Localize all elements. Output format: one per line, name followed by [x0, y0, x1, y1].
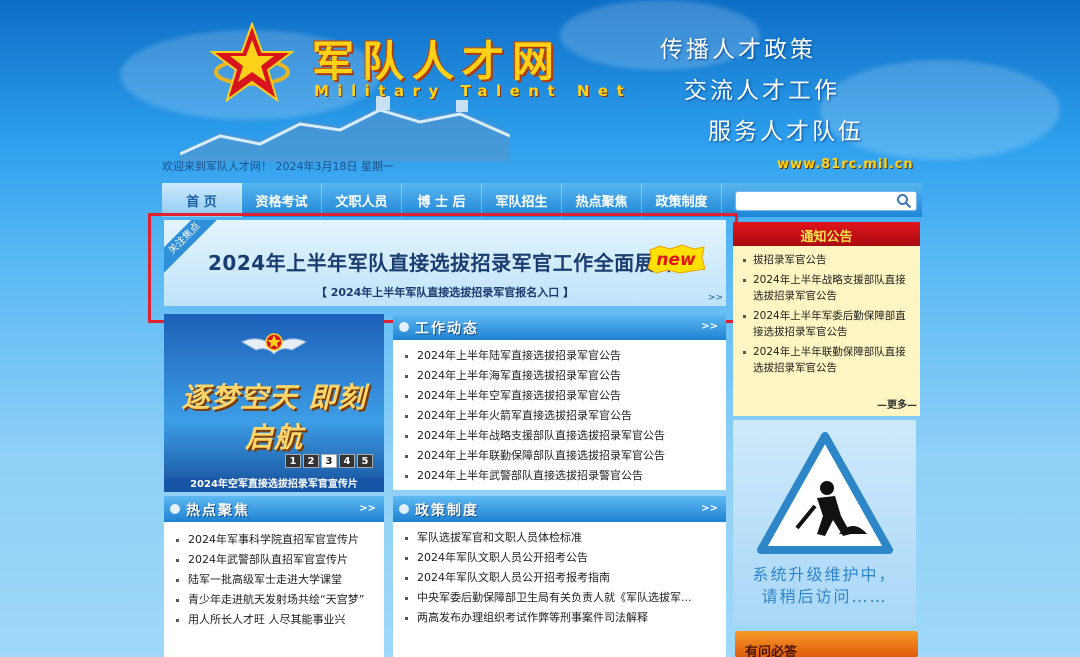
slide-page-2[interactable]: 2 — [303, 454, 319, 468]
panel-header: 热点聚焦 >> — [164, 496, 384, 522]
bullet-icon — [399, 504, 409, 514]
more-link[interactable]: >> — [701, 321, 718, 332]
list-item[interactable]: 2024年上半年联勤保障部队直接选拔招录军官公告 — [739, 344, 915, 376]
list-item[interactable]: 2024年上半年空军直接选拔招录军官公告 — [393, 386, 726, 406]
notice-panel: 通知公告 拔招录军官公告 2024年上半年战略支援部队直接选拔招录军官公告 20… — [733, 222, 920, 416]
list-item[interactable]: 2024年上半年武警部队直接选拔招录警官公告 — [393, 466, 726, 486]
hot-topics-panel: 热点聚焦 >> 2024年军事科学院直招军官宣传片 2024年武警部队直招军官宣… — [164, 496, 384, 657]
hot-topics-list: 2024年军事科学院直招军官宣传片 2024年武警部队直招军官宣传片 陆军一批高… — [164, 530, 384, 630]
list-item[interactable]: 青少年走进航天发射场共绘“天宫梦” — [164, 590, 384, 610]
list-item[interactable]: 陆军一批高级军士走进大学课堂 — [164, 570, 384, 590]
panel-header: 工作动态 >> — [393, 314, 726, 340]
list-item[interactable]: 用人所长人才旺 人尽其能事业兴 — [164, 610, 384, 630]
air-force-emblem-icon — [240, 333, 308, 355]
search-input[interactable] — [735, 191, 917, 211]
nav-military-enrollment[interactable]: 军队招生 — [482, 183, 562, 217]
policy-panel: 政策制度 >> 军队选拔军官和文职人员体检标准 2024年军队文职人员公开招考公… — [393, 496, 726, 657]
list-item[interactable]: 两高发布办理组织考试作弊等刑事案件司法解释 — [393, 608, 726, 628]
list-item[interactable]: 2024年军队文职人员公开招考公告 — [393, 548, 726, 568]
list-item[interactable]: 2024年武警部队直招军官宣传片 — [164, 550, 384, 570]
list-item[interactable]: 2024年上半年火箭军直接选拔招录军官公告 — [393, 406, 726, 426]
panel-title: 工作动态 — [415, 321, 479, 337]
faq-banner[interactable]: 有问必答 — [735, 631, 918, 657]
maintenance-message: 系统升级维护中， 请稍后访问…… — [733, 564, 916, 608]
nav-hot-topics[interactable]: 热点聚焦 — [562, 183, 642, 217]
nav-home[interactable]: 首 页 — [162, 183, 242, 217]
slogan-3: 服务人才队伍 — [708, 119, 864, 145]
maintenance-line-2: 请稍后访问…… — [761, 587, 888, 606]
maintenance-line-1: 系统升级维护中， — [752, 565, 897, 584]
highlight-box — [148, 213, 738, 323]
more-link[interactable]: >> — [701, 503, 718, 514]
slide-page-3[interactable]: 3 — [321, 454, 337, 468]
slide-page-4[interactable]: 4 — [339, 454, 355, 468]
military-star-logo — [210, 22, 294, 102]
nav-postdoc[interactable]: 博 士 后 — [402, 183, 482, 217]
list-item[interactable]: 2024年上半年战略支援部队直接选拔招录军官公告 — [393, 426, 726, 446]
faq-label: 有问必答 — [745, 645, 798, 657]
slide-pager: 1 2 3 4 5 — [285, 454, 373, 468]
maintenance-panel: 系统升级维护中， 请稍后访问…… — [733, 420, 916, 626]
bullet-icon — [399, 322, 409, 332]
under-construction-icon — [757, 432, 893, 554]
site-title: 军队人才网 — [312, 37, 563, 86]
list-item[interactable]: 2024年上半年战略支援部队直接选拔招录军官公告 — [739, 272, 915, 304]
nav-qualification-exam[interactable]: 资格考试 — [242, 183, 322, 217]
list-item[interactable]: 2024年上半年联勤保障部队直接选拔招录军官公告 — [393, 446, 726, 466]
slogan-1: 传播人才政策 — [660, 37, 816, 63]
panel-title: 政策制度 — [415, 503, 479, 519]
great-wall-illustration — [180, 96, 510, 162]
slideshow[interactable]: 逐梦空天 即刻启航 1 2 3 4 5 2024年空军直接选拔招录军官宣传片 — [164, 314, 384, 492]
list-item[interactable]: 2024年上半年海军直接选拔招录军官公告 — [393, 366, 726, 386]
notice-title: 通知公告 — [800, 230, 853, 245]
slide-slogan: 逐梦空天 即刻启航 — [181, 381, 367, 454]
nav-policy[interactable]: 政策制度 — [642, 183, 722, 217]
notice-list: 拔招录军官公告 2024年上半年战略支援部队直接选拔招录军官公告 2024年上半… — [739, 252, 915, 380]
more-link[interactable]: >> — [359, 503, 376, 514]
slide-page-1[interactable]: 1 — [285, 454, 301, 468]
work-news-panel: 工作动态 >> 2024年上半年陆军直接选拔招录军官公告 2024年上半年海军直… — [393, 314, 726, 490]
list-item[interactable]: 2024年上半年陆军直接选拔招录军官公告 — [393, 346, 726, 366]
list-item[interactable]: 中央军委后勤保障部卫生局有关负责人就《军队选拔军... — [393, 588, 726, 608]
nav-civilian-staff[interactable]: 文职人员 — [322, 183, 402, 217]
slide-page-5[interactable]: 5 — [357, 454, 373, 468]
site-subtitle: Military Talent Net — [314, 82, 633, 100]
slogan-2: 交流人才工作 — [684, 78, 840, 104]
list-item[interactable]: 2024年军队文职人员公开招考报考指南 — [393, 568, 726, 588]
policy-list: 军队选拔军官和文职人员体检标准 2024年军队文职人员公开招考公告 2024年军… — [393, 528, 726, 628]
bullet-icon — [170, 504, 180, 514]
search-icon[interactable] — [896, 193, 912, 209]
site-header: 军队人才网 Military Talent Net 传播人才政策 交流人才工作 … — [0, 0, 1080, 180]
list-item[interactable]: 2024年上半年军委后勤保障部直接选拔招录军官公告 — [739, 308, 915, 340]
notice-more-link[interactable]: —更多— — [877, 396, 917, 411]
site-url: www.81rc.mil.cn — [777, 157, 914, 172]
panel-header: 政策制度 >> — [393, 496, 726, 522]
panel-title: 热点聚焦 — [186, 503, 250, 519]
list-item[interactable]: 军队选拔军官和文职人员体检标准 — [393, 528, 726, 548]
news-list: 2024年上半年陆军直接选拔招录军官公告 2024年上半年海军直接选拔招录军官公… — [393, 346, 726, 486]
list-item[interactable]: 2024年军事科学院直招军官宣传片 — [164, 530, 384, 550]
list-item[interactable]: 拔招录军官公告 — [739, 252, 915, 268]
welcome-date-text: 欢迎来到军队人才网！ 2024年3月18日 星期一 — [162, 160, 394, 173]
slide-caption[interactable]: 2024年空军直接选拔招录军官宣传片 — [164, 478, 384, 492]
